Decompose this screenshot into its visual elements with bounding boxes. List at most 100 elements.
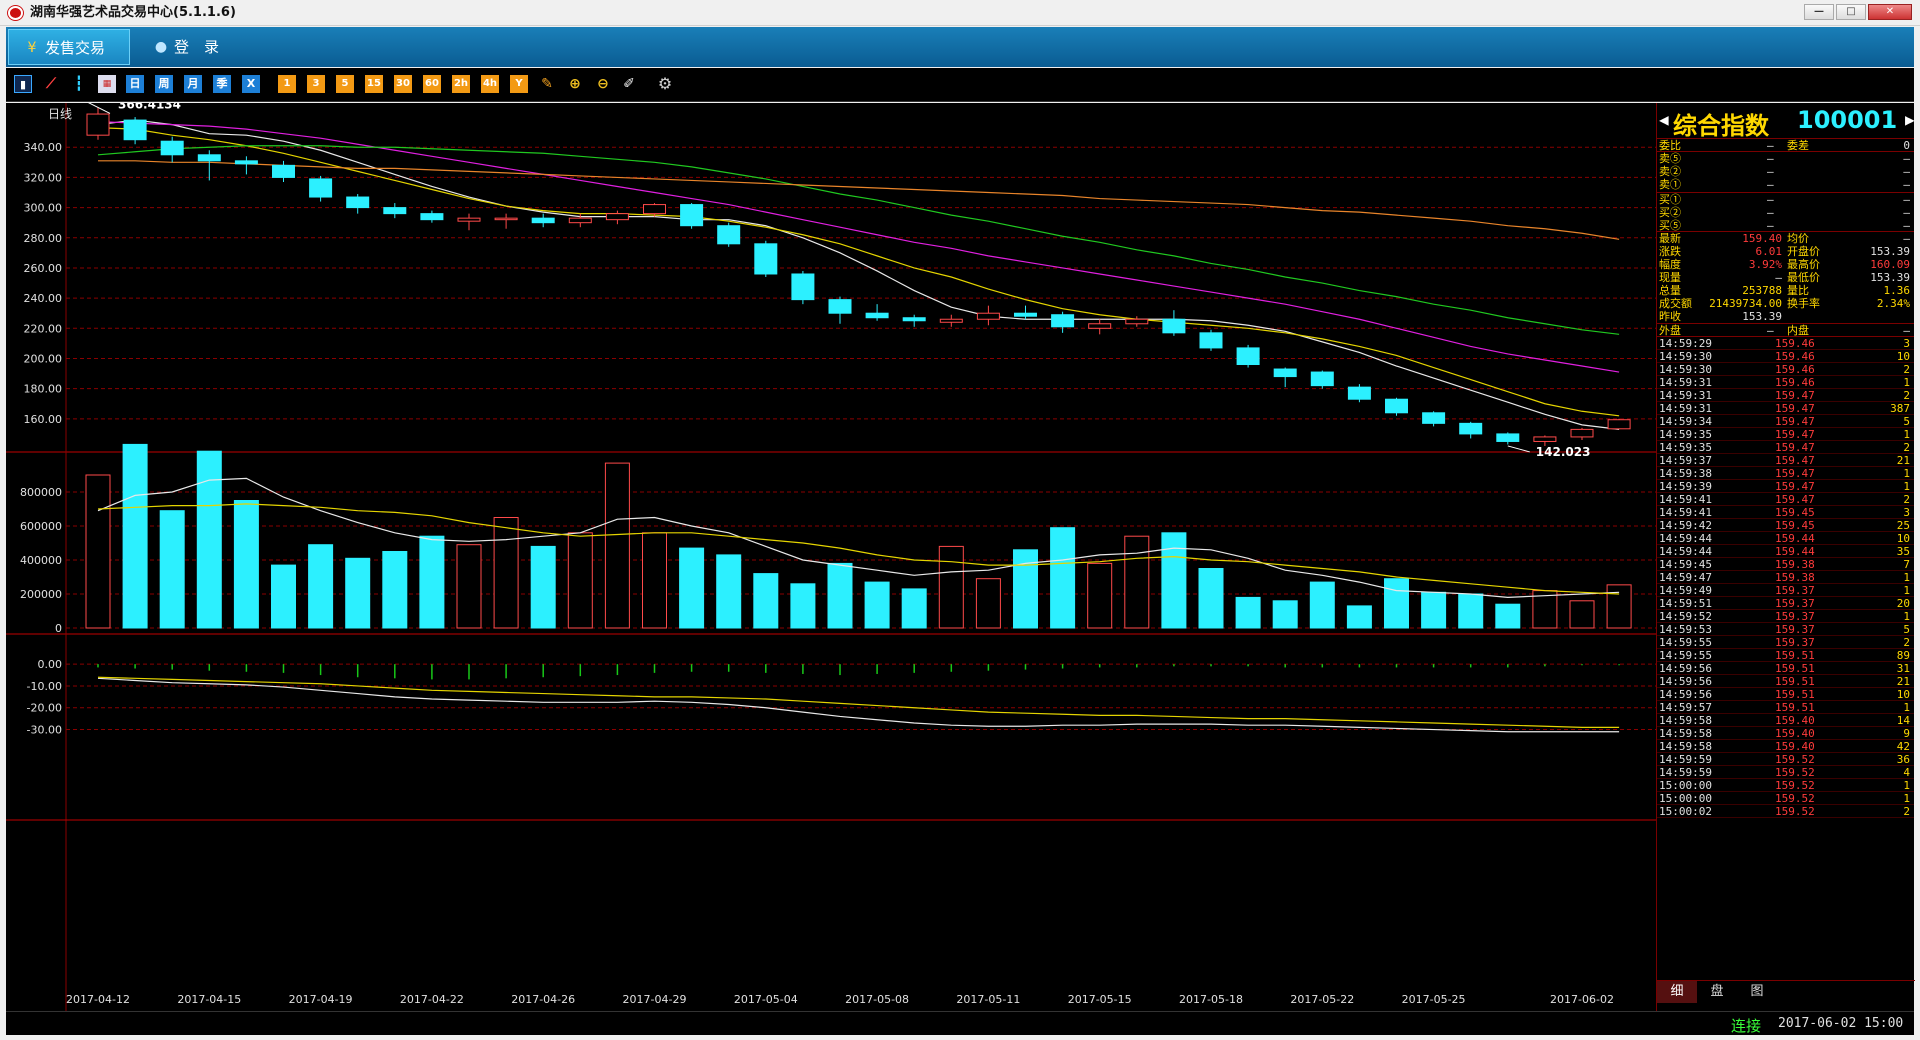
tick-volume: 1 bbox=[1903, 428, 1910, 441]
tick-time: 14:59:35 bbox=[1659, 441, 1712, 454]
period-x-button[interactable]: X bbox=[242, 75, 260, 93]
minimize-button[interactable]: — bbox=[1804, 4, 1834, 20]
volume-bar bbox=[1606, 584, 1632, 629]
tick-volume: 31 bbox=[1896, 662, 1910, 675]
volume-bar bbox=[419, 535, 445, 629]
tick-price: 159.45 bbox=[1775, 519, 1815, 532]
stat-label: 成交额 bbox=[1659, 297, 1692, 310]
date-tick-label: 2017-05-25 bbox=[1402, 993, 1466, 1006]
tick-price: 159.46 bbox=[1775, 363, 1815, 376]
stat-label: 最高价 bbox=[1787, 258, 1820, 271]
stat-label: 幅度 bbox=[1659, 258, 1681, 271]
candle-body bbox=[272, 164, 295, 178]
candle-chart-icon[interactable]: ┇ bbox=[70, 75, 88, 93]
tab-book[interactable]: 盘 bbox=[1697, 981, 1737, 1003]
next-arrow-icon[interactable]: ▶ bbox=[1905, 111, 1915, 129]
settings-icon[interactable]: ⚙ bbox=[656, 75, 674, 93]
tab-detail[interactable]: 细 bbox=[1657, 981, 1697, 1003]
candle-body bbox=[1385, 398, 1408, 414]
tick-volume: 21 bbox=[1896, 675, 1910, 688]
min-3-button[interactable]: 3 bbox=[307, 75, 325, 93]
tick-row: 14:59:30 159.46 2 bbox=[1657, 363, 1914, 376]
tick-time: 14:59:35 bbox=[1659, 428, 1712, 441]
min-30-button[interactable]: 30 bbox=[394, 75, 412, 93]
moving-average-line bbox=[97, 127, 1620, 417]
buy-price: — bbox=[1767, 193, 1774, 206]
stat-label: 换手率 bbox=[1787, 297, 1820, 310]
maximize-button[interactable]: □ bbox=[1836, 4, 1866, 20]
tick-row: 14:59:59 159.52 36 bbox=[1657, 753, 1914, 766]
volume-bar bbox=[827, 562, 853, 629]
candle-body bbox=[976, 312, 1000, 320]
stat-value: 2.34% bbox=[1876, 297, 1910, 310]
tick-row: 14:59:41 159.47 2 bbox=[1657, 493, 1914, 506]
instrument-name: 综合指数 bbox=[1673, 112, 1769, 140]
volume-bar bbox=[122, 443, 148, 629]
period-week-button[interactable]: 周 bbox=[155, 75, 173, 93]
pencil-icon[interactable]: ✐ bbox=[620, 75, 638, 93]
tick-volume: 21 bbox=[1896, 454, 1910, 467]
min-5-button[interactable]: 5 bbox=[336, 75, 354, 93]
candle-body bbox=[791, 273, 815, 301]
candle-body bbox=[197, 154, 221, 162]
min-15-button[interactable]: 15 bbox=[365, 75, 383, 93]
tick-price: 159.51 bbox=[1775, 649, 1815, 662]
volume-bar bbox=[1458, 593, 1484, 629]
volume-tick-label: 400000 bbox=[20, 554, 62, 567]
tick-time: 14:59:52 bbox=[1659, 610, 1712, 623]
tick-price: 159.47 bbox=[1775, 389, 1815, 402]
tick-volume: 5 bbox=[1903, 623, 1910, 636]
close-button[interactable]: ✕ bbox=[1868, 4, 1912, 20]
year-button[interactable]: Y bbox=[510, 75, 528, 93]
tab-login[interactable]: ● 登 录 bbox=[138, 29, 248, 65]
line-chart-icon[interactable]: ⟋ bbox=[42, 75, 60, 93]
tick-price: 159.47 bbox=[1775, 467, 1815, 480]
zoom-out-icon[interactable]: ⊖ bbox=[594, 75, 612, 93]
tick-volume: 5 bbox=[1903, 415, 1910, 428]
tick-price: 159.52 bbox=[1775, 779, 1815, 792]
draw-icon[interactable]: ✎ bbox=[538, 75, 556, 93]
price-tick-label: 340.00 bbox=[24, 141, 63, 154]
bar-chart-icon[interactable]: ▮ bbox=[14, 75, 32, 93]
sell-price: — bbox=[1767, 152, 1774, 165]
calendar-icon[interactable]: ▦ bbox=[98, 75, 116, 93]
volume-bar bbox=[1495, 603, 1521, 629]
volume-bar bbox=[679, 547, 705, 629]
price-tick-label: 160.00 bbox=[24, 413, 63, 426]
stat-value: 153.39 bbox=[1870, 271, 1910, 284]
tick-time: 14:59:47 bbox=[1659, 571, 1712, 584]
tab-chart[interactable]: 图 bbox=[1737, 981, 1777, 1003]
volume-bar bbox=[1421, 591, 1447, 629]
candle-body bbox=[1125, 318, 1149, 325]
volume-bars bbox=[85, 443, 1632, 629]
candle-body bbox=[828, 299, 852, 314]
period-month-button[interactable]: 月 bbox=[184, 75, 202, 93]
candle-body bbox=[1088, 323, 1112, 329]
tick-price: 159.47 bbox=[1775, 441, 1815, 454]
min-60-button[interactable]: 60 bbox=[423, 75, 441, 93]
tick-price: 159.38 bbox=[1775, 558, 1815, 571]
volume-bar bbox=[938, 545, 964, 629]
tab-trade[interactable]: ¥ 发售交易 bbox=[8, 29, 130, 65]
volume-bar bbox=[1569, 600, 1595, 629]
period-day-button[interactable]: 日 bbox=[126, 75, 144, 93]
tick-list[interactable]: 14:59:29 159.46 3 14:59:30 159.46 10 14:59:30 1… bbox=[1657, 337, 1914, 818]
tick-row: 15:00:02 159.52 2 bbox=[1657, 805, 1914, 818]
hour-2-button[interactable]: 2h bbox=[452, 75, 470, 93]
user-icon: ● bbox=[154, 39, 168, 55]
kline-chart[interactable]: 日线 340.00 320.00 300.00 280.00 260.00 240.00 2… bbox=[6, 96, 1656, 1011]
tick-price: 159.37 bbox=[1775, 610, 1815, 623]
prev-arrow-icon[interactable]: ◀ bbox=[1659, 111, 1669, 129]
min-1-button[interactable]: 1 bbox=[278, 75, 296, 93]
tick-time: 14:59:55 bbox=[1659, 636, 1712, 649]
moving-average-line bbox=[98, 160, 1620, 240]
tick-volume: 2 bbox=[1903, 389, 1910, 402]
period-quarter-button[interactable]: 季 bbox=[213, 75, 231, 93]
status-datetime: 2017-06-02 15:00 bbox=[1778, 1016, 1904, 1031]
tick-volume: 1 bbox=[1903, 584, 1910, 597]
candle-body bbox=[1347, 386, 1371, 400]
macd-dea-line bbox=[97, 676, 1620, 728]
hour-4-button[interactable]: 4h bbox=[481, 75, 499, 93]
tick-time: 14:59:38 bbox=[1659, 467, 1712, 480]
zoom-in-icon[interactable]: ⊕ bbox=[566, 75, 584, 93]
